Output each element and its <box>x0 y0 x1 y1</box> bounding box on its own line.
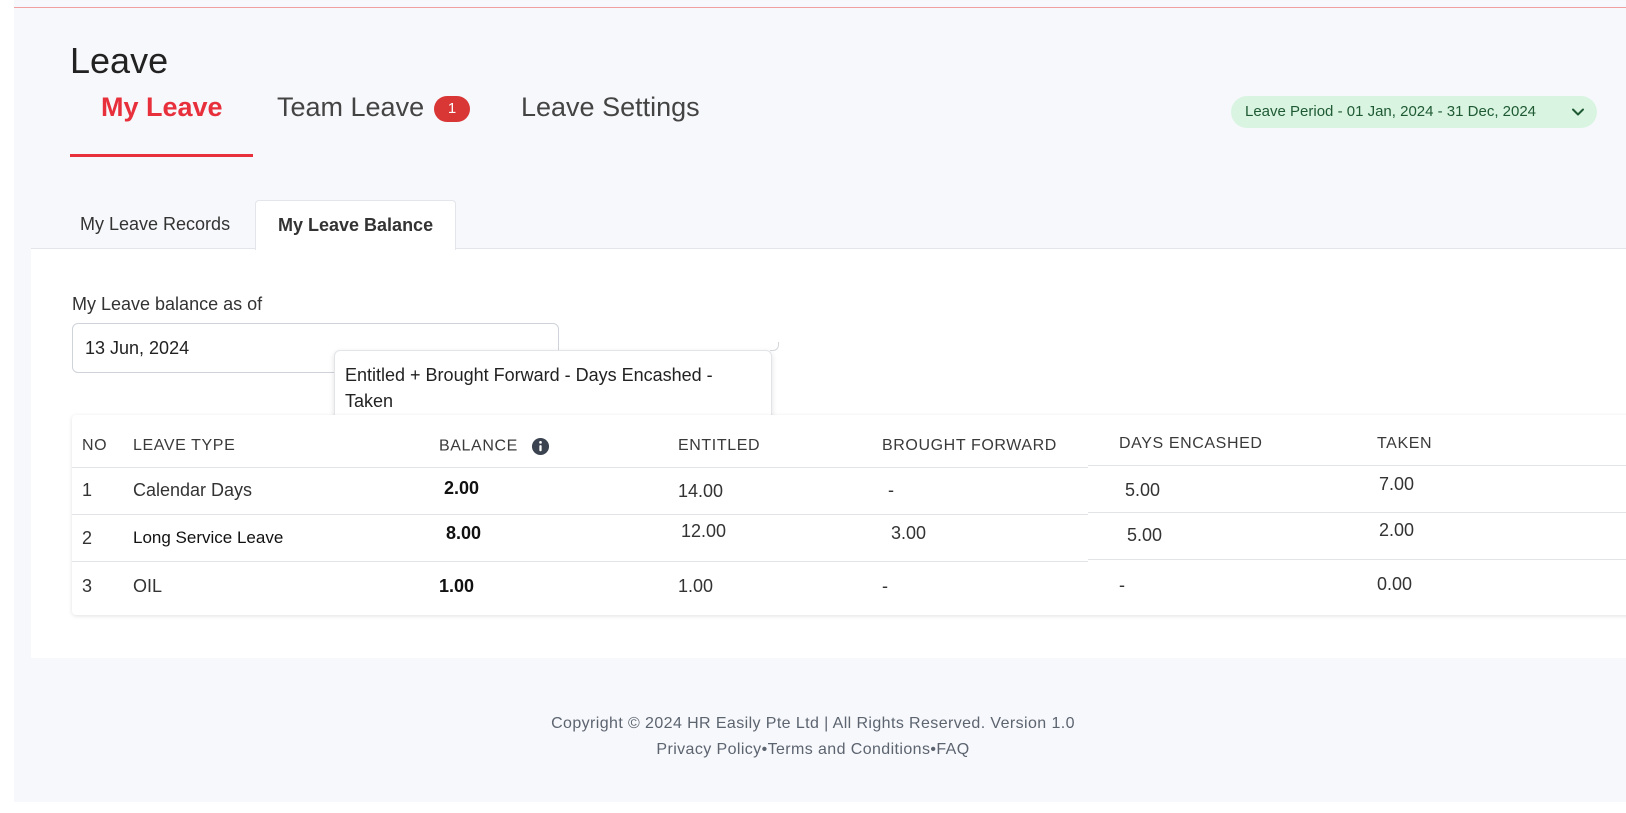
row-divider <box>72 514 1088 515</box>
row-divider <box>1088 559 1626 560</box>
table-cell-leave-type: OIL <box>133 576 163 596</box>
table-cell-entitled: 1.00 <box>678 576 714 596</box>
column-header-days-encashed: DAYS ENCASHED <box>1119 435 1263 452</box>
row-divider <box>72 561 1088 562</box>
column-header-balance: BALANCE <box>439 437 550 456</box>
tab-my-leave[interactable]: My Leave <box>101 92 223 123</box>
chevron-down-icon <box>1572 108 1584 116</box>
info-icon[interactable] <box>531 437 550 456</box>
column-header-brought-forward: BROUGHT FORWARD <box>882 437 1057 454</box>
page-title: Leave <box>70 40 169 81</box>
table-cell-days-encashed: 5.00 <box>1127 525 1163 545</box>
table-cell-taken: 0.00 <box>1377 574 1413 594</box>
balance-as-of-label: My Leave balance as of <box>72 294 263 314</box>
page-background: Leave My Leave Team Leave 1 Leave Setting… <box>14 0 1626 802</box>
tab-team-leave-label: Team Leave <box>277 92 425 122</box>
tooltip-line-2: Taken <box>345 391 394 411</box>
tab-team-leave[interactable]: Team Leave 1 <box>277 92 471 123</box>
leave-balance-table: NO LEAVE TYPE BALANCE ENTITLED BROUGHT F… <box>72 415 1626 615</box>
subtab-my-leave-records[interactable]: My Leave Records <box>80 200 230 248</box>
table-cell-brought-forward: - <box>888 480 894 500</box>
table-cell-leave-type: Calendar Days <box>133 480 253 500</box>
column-header-no: NO <box>82 437 108 454</box>
table-cell-balance: 1.00 <box>439 576 475 596</box>
active-tab-underline <box>70 154 253 157</box>
leave-period-label: Leave Period - 01 Jan, 2024 - 31 Dec, 20… <box>1245 103 1537 120</box>
column-header-leave-type: LEAVE TYPE <box>133 437 236 454</box>
tooltip-line-1: Entitled + Brought Forward - Days Encash… <box>345 365 713 385</box>
table-cell-days-encashed: 5.00 <box>1125 480 1161 500</box>
table-cell-brought-forward: - <box>882 576 888 596</box>
table-cell-balance: 2.00 <box>444 478 480 498</box>
table-cell-leave-type: Long Service Leave <box>133 528 284 547</box>
row-divider <box>1088 512 1626 513</box>
table-cell-taken: 7.00 <box>1379 474 1415 494</box>
table-cell-entitled: 14.00 <box>678 481 724 501</box>
leave-period-selector[interactable]: Leave Period - 01 Jan, 2024 - 31 Dec, 20… <box>1231 96 1597 128</box>
table-cell-no: 2 <box>82 528 93 548</box>
row-divider <box>1088 465 1626 466</box>
column-header-entitled: ENTITLED <box>678 437 761 454</box>
column-header-taken: TAKEN <box>1377 435 1433 452</box>
notification-badge: 1 <box>434 95 471 122</box>
tab-leave-settings[interactable]: Leave Settings <box>521 92 700 123</box>
terms-link[interactable]: Terms and Conditions <box>768 741 931 758</box>
table-cell-no: 1 <box>82 480 93 500</box>
subtab-my-leave-balance[interactable]: My Leave Balance <box>255 200 457 250</box>
row-divider <box>72 467 1088 468</box>
column-header-balance-label: BALANCE <box>439 437 518 455</box>
table-cell-balance: 8.00 <box>446 523 482 543</box>
table-cell-no: 3 <box>82 576 93 596</box>
balance-formula-tooltip: Entitled + Brought Forward - Days Encash… <box>334 350 772 424</box>
footer-copyright: Copyright © 2024 HR Easily Pte Ltd | All… <box>551 715 1075 732</box>
top-divider <box>14 7 1626 8</box>
table-cell-taken: 2.00 <box>1379 520 1415 540</box>
table-cell-entitled: 12.00 <box>681 521 727 541</box>
footer-links: Privacy Policy•Terms and Conditions•FAQ <box>0 741 1626 759</box>
privacy-policy-link[interactable]: Privacy Policy <box>656 741 761 758</box>
table-cell-brought-forward: 3.00 <box>891 523 927 543</box>
table-cell-days-encashed: - <box>1119 575 1125 595</box>
faq-link[interactable]: FAQ <box>936 741 969 758</box>
